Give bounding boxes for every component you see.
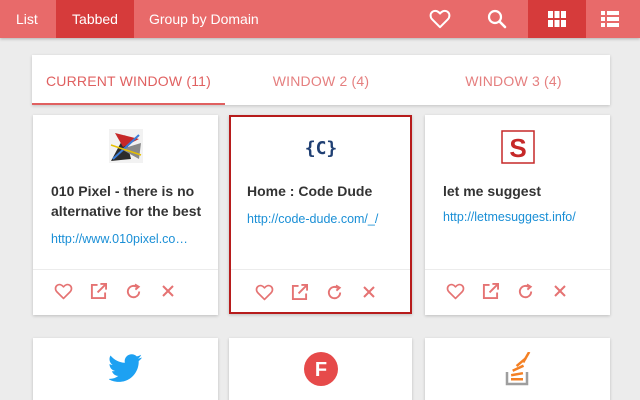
heart-outline-icon <box>54 283 72 299</box>
reload-icon <box>518 283 532 298</box>
card-url[interactable]: http://www.010pixel.co… <box>51 232 201 246</box>
open-tab-button[interactable] <box>289 282 309 302</box>
reload-icon <box>327 284 341 299</box>
card-url[interactable]: http://code-dude.com/_/ <box>247 212 397 226</box>
grid-icon <box>548 11 566 27</box>
list-view-button[interactable] <box>586 0 634 38</box>
010pixel-favicon-icon <box>108 129 143 163</box>
svg-text:S: S <box>509 133 526 163</box>
stackoverflow-favicon-icon <box>505 352 530 386</box>
grid-view-button[interactable] <box>528 0 586 38</box>
nav-tabbed[interactable]: Tabbed <box>56 0 134 38</box>
close-icon <box>162 285 174 297</box>
nav-group-by-domain[interactable]: Group by Domain <box>135 0 273 38</box>
card-url[interactable]: http://letmesuggest.info/ <box>443 210 593 224</box>
favorite-button[interactable] <box>445 281 465 301</box>
close-icon <box>363 286 375 298</box>
open-external-icon <box>90 282 107 299</box>
list-view-icon <box>601 11 619 27</box>
favicon <box>33 354 218 382</box>
tab-card-selected[interactable]: {C} Home : Code Dude http://code-dude.co… <box>229 115 412 314</box>
search-button[interactable] <box>473 0 521 38</box>
open-external-icon <box>482 282 499 299</box>
favicon: {C} <box>231 135 410 161</box>
nav-list[interactable]: List <box>2 0 52 38</box>
card-title: Home : Code Dude <box>247 183 373 199</box>
favicon <box>425 352 610 386</box>
card-actions <box>445 281 570 301</box>
favicon: S <box>425 130 610 164</box>
tab-window-3[interactable]: WINDOW 3 (4) <box>417 55 610 105</box>
codedude-favicon-icon: {C} <box>306 138 336 159</box>
tab-card[interactable] <box>33 338 218 400</box>
heart-icon <box>429 9 451 29</box>
favorite-button[interactable] <box>53 281 73 301</box>
letmesuggest-favicon-icon: S <box>500 130 535 164</box>
close-tab-button[interactable] <box>158 281 178 301</box>
f-circle-favicon-icon: F <box>303 352 338 386</box>
tab-card[interactable] <box>425 338 610 400</box>
card-title: let me suggest <box>443 183 542 199</box>
reload-button[interactable] <box>123 281 143 301</box>
active-tab-indicator <box>32 103 225 105</box>
card-title: 010 Pixel - there is no alternative for … <box>51 183 202 219</box>
reload-button[interactable] <box>324 282 344 302</box>
card-divider <box>33 269 218 270</box>
tab-current-window[interactable]: CURRENT WINDOW (11) <box>32 55 225 105</box>
card-divider <box>425 269 610 270</box>
tab-card[interactable]: 010 Pixel - there is no alternative for … <box>33 115 218 315</box>
open-tab-button[interactable] <box>88 281 108 301</box>
close-tab-button[interactable] <box>359 282 379 302</box>
heart-outline-icon <box>446 283 464 299</box>
favorites-button[interactable] <box>416 0 464 38</box>
card-divider <box>231 269 410 270</box>
heart-outline-icon <box>255 284 273 300</box>
open-tab-button[interactable] <box>480 281 500 301</box>
close-icon <box>554 285 566 297</box>
close-tab-button[interactable] <box>550 281 570 301</box>
card-actions <box>53 281 178 301</box>
tab-window-2[interactable]: WINDOW 2 (4) <box>225 55 417 105</box>
reload-icon <box>126 283 140 298</box>
favicon: F <box>229 352 412 386</box>
favorite-button[interactable] <box>254 282 274 302</box>
svg-text:F: F <box>314 359 326 381</box>
reload-button[interactable] <box>515 281 535 301</box>
svg-text:{C}: {C} <box>306 138 336 159</box>
card-actions <box>254 282 379 302</box>
top-bar: List Tabbed Group by Domain <box>0 0 640 38</box>
tab-card[interactable]: S let me suggest http://letmesuggest.inf… <box>425 115 610 315</box>
favicon <box>33 129 218 163</box>
tab-card[interactable]: F <box>229 338 412 400</box>
twitter-favicon-icon <box>108 354 142 382</box>
window-tabs: CURRENT WINDOW (11) WINDOW 2 (4) WINDOW … <box>32 55 610 105</box>
open-external-icon <box>291 283 308 300</box>
search-icon <box>487 9 507 29</box>
